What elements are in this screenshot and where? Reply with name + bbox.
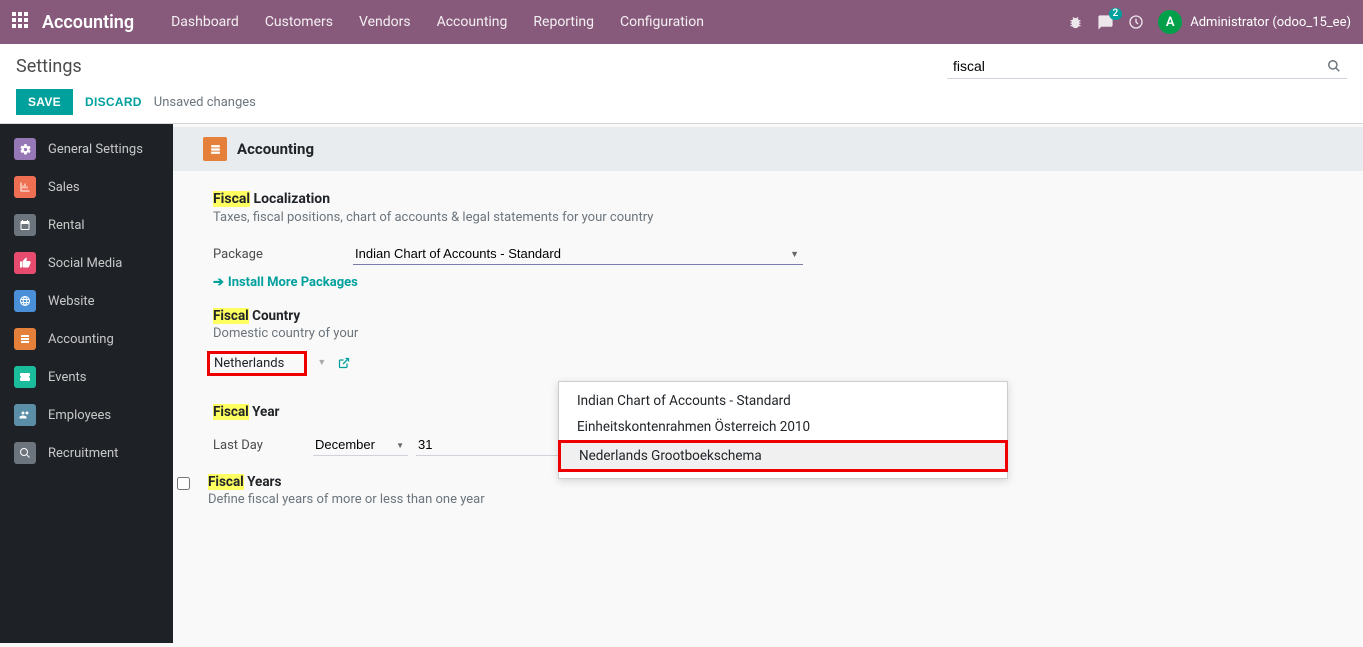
menu-reporting[interactable]: Reporting <box>521 2 606 42</box>
section-fiscal-years-desc: Define fiscal years of more or less than… <box>208 492 485 507</box>
app-title: Accounting <box>237 140 314 158</box>
thumbs-up-icon <box>14 252 36 274</box>
save-button[interactable]: SAVE <box>16 89 73 115</box>
fiscal-country-value[interactable]: Netherlands <box>207 351 307 376</box>
menu-configuration[interactable]: Configuration <box>608 2 716 42</box>
sidebar-item-general-settings[interactable]: General Settings <box>0 130 173 168</box>
sidebar-item-website[interactable]: Website <box>0 282 173 320</box>
dropdown-caret-icon[interactable]: ▼ <box>317 357 326 368</box>
sidebar-item-label: Accounting <box>48 332 114 347</box>
menu-dashboard[interactable]: Dashboard <box>159 2 251 42</box>
section-fiscal-country-desc: Domestic country of your <box>213 326 1323 341</box>
control-panel: Settings SAVE DISCARD Unsaved changes <box>0 44 1363 124</box>
people-icon <box>14 404 36 426</box>
sidebar-item-label: Employees <box>48 408 111 423</box>
top-navbar: Accounting Dashboard Customers Vendors A… <box>0 0 1363 44</box>
package-dropdown: Indian Chart of Accounts - Standard Einh… <box>558 381 1008 479</box>
clock-icon[interactable] <box>1128 14 1144 30</box>
main-area: General Settings Sales Rental Social Med… <box>0 124 1363 643</box>
section-fiscal-localization-title: Fiscal Localization <box>213 191 1323 207</box>
main-menu: Dashboard Customers Vendors Accounting R… <box>159 2 716 42</box>
messages-badge: 2 <box>1109 8 1123 20</box>
section-fiscal-country-title: Fiscal Country <box>213 308 1323 324</box>
gear-icon <box>14 138 36 160</box>
sidebar-item-social[interactable]: Social Media <box>0 244 173 282</box>
sidebar-item-label: General Settings <box>48 142 143 157</box>
avatar: A <box>1158 10 1182 34</box>
day-input[interactable] <box>416 434 566 456</box>
external-link-icon[interactable] <box>338 357 350 369</box>
package-label: Package <box>213 247 353 262</box>
dropdown-option[interactable]: Einheitskontenrahmen Österreich 2010 <box>559 414 1007 440</box>
dropdown-option-nederlands[interactable]: Nederlands Grootboekschema <box>558 440 1008 472</box>
chart-icon <box>14 176 36 198</box>
sidebar-item-label: Rental <box>48 218 85 233</box>
fiscal-years-checkbox[interactable] <box>177 477 190 490</box>
section-fiscal-years-title: Fiscal Years <box>208 474 485 490</box>
calendar-icon <box>14 214 36 236</box>
globe-icon <box>14 290 36 312</box>
settings-content: Accounting Fiscal Localization Taxes, fi… <box>173 124 1363 643</box>
menu-customers[interactable]: Customers <box>253 2 345 42</box>
install-more-packages-link[interactable]: ➔ Install More Packages <box>213 275 358 290</box>
search-input[interactable] <box>947 54 1321 78</box>
navbar-right: 2 A Administrator (odoo_15_ee) <box>1068 10 1351 34</box>
sidebar-item-employees[interactable]: Employees <box>0 396 173 434</box>
ticket-icon <box>14 366 36 388</box>
sidebar-item-accounting[interactable]: Accounting <box>0 320 173 358</box>
sidebar-item-sales[interactable]: Sales <box>0 168 173 206</box>
status-text: Unsaved changes <box>154 95 256 110</box>
sidebar-item-events[interactable]: Events <box>0 358 173 396</box>
sidebar-item-label: Website <box>48 294 95 309</box>
debug-icon[interactable] <box>1068 15 1083 30</box>
dropdown-option[interactable]: Indian Chart of Accounts - Standard <box>559 388 1007 414</box>
arrow-right-icon: ➔ <box>213 275 224 290</box>
app-header: Accounting <box>173 127 1363 171</box>
discard-button[interactable]: DISCARD <box>85 95 142 109</box>
user-menu[interactable]: A Administrator (odoo_15_ee) <box>1158 10 1351 34</box>
sidebar-item-label: Recruitment <box>48 446 118 461</box>
user-name: Administrator (odoo_15_ee) <box>1190 15 1351 30</box>
money-icon <box>14 328 36 350</box>
sidebar-item-label: Sales <box>48 180 80 195</box>
brand-name[interactable]: Accounting <box>42 12 134 33</box>
search-wrap <box>947 54 1347 79</box>
lastday-label: Last Day <box>213 438 313 453</box>
settings-sidebar: General Settings Sales Rental Social Med… <box>0 124 173 643</box>
month-select[interactable] <box>313 434 408 456</box>
sidebar-item-recruitment[interactable]: Recruitment <box>0 434 173 472</box>
section-fiscal-localization-desc: Taxes, fiscal positions, chart of accoun… <box>213 210 1323 225</box>
menu-vendors[interactable]: Vendors <box>347 2 423 42</box>
sidebar-item-rental[interactable]: Rental <box>0 206 173 244</box>
accounting-app-icon <box>203 137 227 161</box>
package-m2o-input[interactable] <box>353 243 803 265</box>
breadcrumb: Settings <box>16 56 82 77</box>
magnifier-person-icon <box>14 442 36 464</box>
apps-icon[interactable] <box>12 12 32 32</box>
sidebar-item-label: Events <box>48 370 86 385</box>
sidebar-item-label: Social Media <box>48 256 122 271</box>
menu-accounting[interactable]: Accounting <box>425 2 520 42</box>
messages-icon[interactable]: 2 <box>1097 14 1114 31</box>
search-icon[interactable] <box>1321 59 1347 73</box>
